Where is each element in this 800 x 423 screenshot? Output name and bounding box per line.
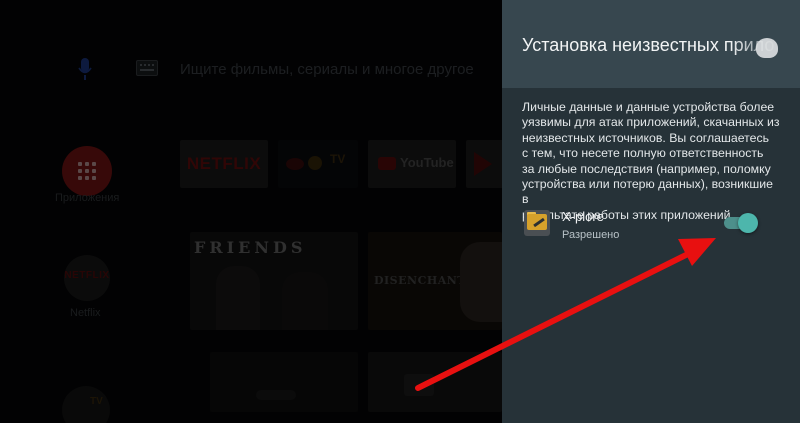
redbull-tv-text: TV: [90, 396, 103, 407]
disenchantment-tile[interactable]: DISENCHANTMENT: [368, 232, 502, 330]
netflix-tile-logo: NETFLIX: [186, 154, 262, 173]
friends-title: FRIENDS: [194, 238, 307, 257]
apps-grid-icon: [78, 162, 96, 180]
youtube-tile-logo: YouTube: [400, 155, 454, 170]
xplore-folder-icon: [524, 210, 550, 236]
friends-tile[interactable]: FRIENDS: [190, 232, 358, 330]
content-tile[interactable]: [368, 352, 502, 412]
youtube-play-icon: [378, 157, 396, 170]
apps-button[interactable]: [62, 146, 112, 196]
redbull-tv-app-button[interactable]: TV: [62, 386, 110, 423]
search-input[interactable]: Ищите фильмы, сериалы и многое другое: [180, 61, 474, 78]
settings-badge-icon: [756, 38, 778, 58]
android-tv-home-background: Ищите фильмы, сериалы и многое другое Пр…: [0, 0, 502, 423]
panel-header: Установка неизвестных прило: [502, 0, 800, 88]
redbull-tv-text: TV: [330, 152, 346, 166]
allow-toggle[interactable]: [724, 212, 758, 234]
play-store-icon: [474, 152, 492, 176]
netflix-label: Netflix: [70, 307, 101, 319]
apps-label: Приложения: [55, 192, 120, 204]
redbull-logo-icon: [286, 158, 304, 170]
settings-panel: Установка неизвестных прило Личные данны…: [502, 0, 800, 423]
toggle-thumb: [738, 213, 758, 233]
netflix-app-button[interactable]: NETFLIX: [64, 255, 110, 301]
app-name: X-plore: [562, 209, 604, 224]
youtube-tile[interactable]: YouTube: [368, 140, 456, 188]
microphone-icon[interactable]: [78, 58, 92, 80]
netflix-logo: NETFLIX: [64, 270, 110, 281]
content-tile[interactable]: [210, 352, 358, 412]
netflix-tile[interactable]: NETFLIX: [180, 140, 268, 188]
keyboard-icon[interactable]: [136, 60, 158, 76]
google-play-tile[interactable]: [466, 140, 502, 188]
app-status: Разрешено: [562, 229, 620, 241]
screen: Ищите фильмы, сериалы и многое другое Пр…: [0, 0, 800, 423]
app-permission-row[interactable]: X-plore Разрешено: [502, 202, 800, 252]
redbull-tv-tile[interactable]: TV: [278, 140, 358, 188]
